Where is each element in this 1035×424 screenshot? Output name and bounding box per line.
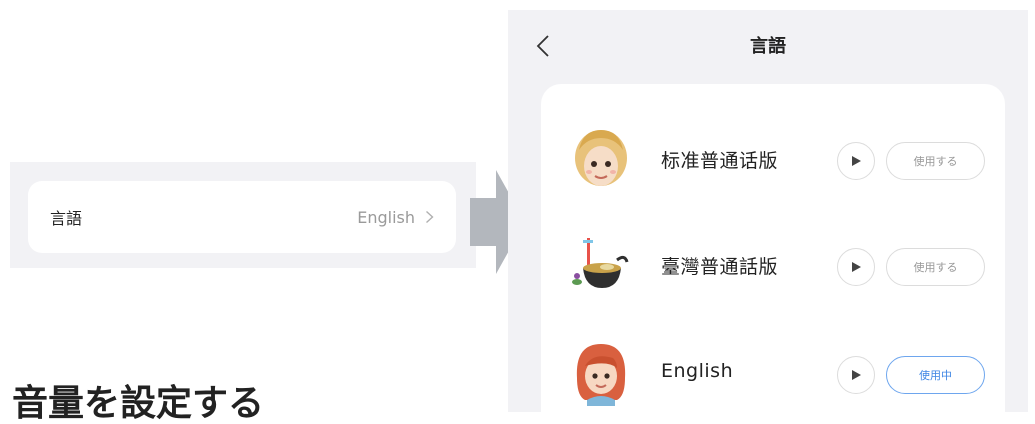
language-option: English 使用中 — [541, 332, 1005, 412]
language-option-name: 臺灣普通話版 — [661, 256, 779, 278]
use-language-button[interactable]: 使用する — [886, 142, 985, 180]
language-option: 臺灣普通話版 使用する — [541, 224, 1005, 304]
redhead-girl-avatar-icon — [576, 344, 626, 406]
screen-title: 言語 — [750, 36, 786, 57]
language-option-name: English — [661, 360, 734, 382]
chevron-right-icon — [426, 210, 434, 224]
section-heading: 音量を設定する — [12, 383, 265, 424]
play-icon — [852, 156, 861, 166]
play-icon — [852, 262, 861, 272]
settings-panel: 言語 English — [10, 162, 476, 268]
noodle-bowl-avatar-icon — [572, 238, 629, 288]
language-setting-label: 言語 — [50, 209, 83, 228]
play-sample-button[interactable] — [837, 248, 875, 286]
language-setting-value-group: English — [357, 208, 434, 227]
language-setting-row[interactable]: 言語 English — [28, 181, 456, 253]
play-sample-button[interactable] — [837, 142, 875, 180]
language-setting-value: English — [357, 207, 415, 227]
in-use-language-button[interactable]: 使用中 — [886, 356, 985, 394]
language-option-name: 标准普通话版 — [661, 150, 779, 172]
language-screen: 言語 标准普通话版 使用する 臺灣普通話版 使用する English 使用中 — [508, 10, 1028, 412]
language-option: 标准普通话版 使用する — [541, 118, 1005, 198]
use-language-button[interactable]: 使用する — [886, 248, 985, 286]
blonde-girl-avatar-icon — [575, 130, 627, 186]
play-icon — [852, 370, 861, 380]
play-sample-button[interactable] — [837, 356, 875, 394]
language-options-card: 标准普通话版 使用する 臺灣普通話版 使用する English 使用中 — [541, 84, 1005, 412]
